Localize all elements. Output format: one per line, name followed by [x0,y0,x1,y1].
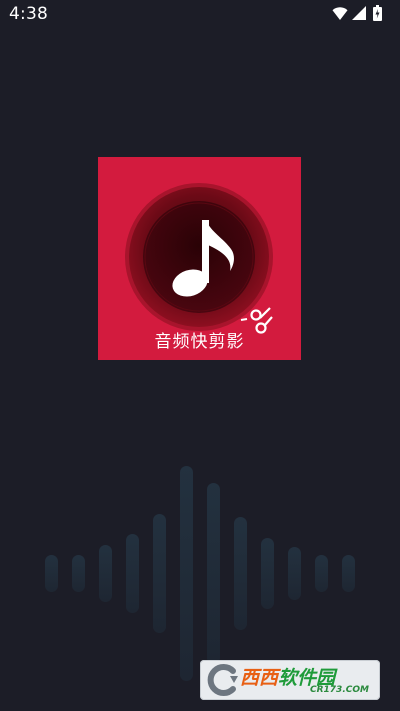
watermark-logo: 西西软件园 CR173.COM [200,660,380,700]
signal-icon [352,5,366,21]
watermark-domain: CR173.COM [310,685,369,695]
wifi-icon [332,5,348,21]
app-name: 音频快剪影 [154,332,245,352]
battery-icon [373,5,382,21]
watermark-brand-part1: 西西 [240,667,279,689]
audio-waveform [45,466,355,681]
app-logo: 音频快剪影 [98,157,301,360]
status-time: 4:38 [9,4,48,24]
status-bar: 4:38 [0,0,400,28]
cr-logo-icon [207,664,238,696]
